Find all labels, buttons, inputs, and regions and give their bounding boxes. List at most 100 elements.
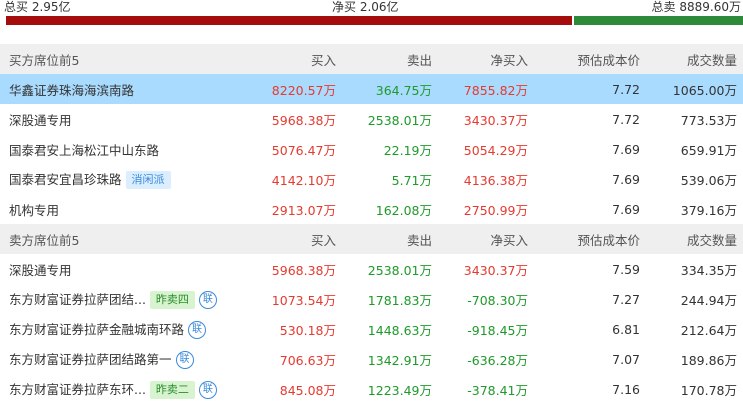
linked-seat-icon[interactable]: 联 bbox=[198, 291, 217, 310]
net-buy-amount: 2750.99万 bbox=[463, 202, 528, 218]
seat-name[interactable]: 华鑫证券珠海海滨南路 bbox=[9, 83, 134, 98]
linked-seat-icon[interactable]: 联 bbox=[175, 351, 194, 370]
seat-name-cell[interactable]: 东方财富证券拉萨金融城南环路联 bbox=[0, 314, 230, 344]
column-header-net: 净买入 bbox=[432, 224, 528, 254]
table-row[interactable]: 东方财富证券拉萨团结... 昨卖四联 1073.54万 1781.83万 -708.30… bbox=[0, 284, 743, 314]
sell-section-header: 卖方席位前5 买入 卖出 净买入 预估成本价 成交数量 bbox=[0, 224, 743, 254]
column-header-cost: 预估成本价 bbox=[528, 224, 640, 254]
buy-amount: 5968.38万 bbox=[271, 262, 336, 278]
trade-volume: 379.16万 bbox=[680, 202, 737, 218]
seat-name[interactable]: 东方财富证券拉萨团结路第一 bbox=[9, 352, 172, 367]
estimated-cost: 7.72 bbox=[612, 111, 640, 127]
table-row[interactable]: 国泰君安上海松江中山东路 5076.47万 22.19万 5054.29万 7.69 65… bbox=[0, 134, 743, 164]
seat-name[interactable]: 深股通专用 bbox=[9, 113, 72, 128]
buy-ratio-fill bbox=[6, 16, 573, 25]
net-buy-amount: -918.45万 bbox=[467, 322, 528, 338]
seat-tag-badge[interactable]: 昨卖四 bbox=[149, 291, 195, 310]
buy-amount: 8220.57万 bbox=[230, 74, 336, 104]
trade-volume: 773.53万 bbox=[680, 112, 737, 128]
estimated-cost: 7.72 bbox=[528, 74, 640, 104]
seat-tag-badge[interactable]: 昨卖二 bbox=[149, 381, 195, 400]
buy-amount: 4142.10万 bbox=[271, 172, 336, 188]
seat-name-cell[interactable]: 机构专用 bbox=[0, 194, 230, 224]
buy-sell-ratio-bar bbox=[6, 16, 743, 25]
estimated-cost: 7.69 bbox=[612, 141, 640, 157]
trade-volume: 244.94万 bbox=[680, 292, 737, 308]
net-buy-amount: -636.28万 bbox=[467, 352, 528, 368]
net-buy-amount: 5054.29万 bbox=[463, 142, 528, 158]
seats-table: 买方席位前5 买入 卖出 净买入 预估成本价 成交数量 华鑫证券珠海海滨南路 8220.57万… bbox=[0, 44, 743, 404]
column-header-volume: 成交数量 bbox=[640, 224, 743, 254]
seat-name[interactable]: 东方财富证券拉萨金融城南环路 bbox=[9, 322, 184, 337]
seat-name-cell[interactable]: 国泰君安上海松江中山东路 bbox=[0, 134, 230, 164]
summary-bar: 总买 2.95亿 净买 2.06亿 总卖 8889.60万 bbox=[0, 0, 743, 16]
seat-name[interactable]: 国泰君安宜昌珍珠路 bbox=[9, 172, 122, 187]
trade-volume: 334.35万 bbox=[680, 262, 737, 278]
seat-name-cell[interactable]: 深股通专用 bbox=[0, 104, 230, 134]
sell-amount: 1448.63万 bbox=[367, 322, 432, 338]
sell-amount: 2538.01万 bbox=[367, 112, 432, 128]
buy-amount: 706.63万 bbox=[279, 352, 336, 368]
seat-name[interactable]: 机构专用 bbox=[9, 203, 59, 218]
trade-volume: 1065.00万 bbox=[640, 74, 743, 104]
table-row[interactable]: 华鑫证券珠海海滨南路 8220.57万 364.75万 7855.82万 7.72 106… bbox=[0, 74, 743, 104]
net-buy-amount: -378.41万 bbox=[467, 382, 528, 398]
seat-tag-badge[interactable]: 消闲派 bbox=[125, 171, 171, 190]
total-sell-label: 总卖 8889.60万 bbox=[651, 0, 741, 14]
net-buy-amount: 7855.82万 bbox=[432, 74, 528, 104]
trade-volume: 189.86万 bbox=[680, 352, 737, 368]
linked-seat-icon[interactable]: 联 bbox=[198, 381, 217, 400]
column-header-buy: 买入 bbox=[230, 224, 336, 254]
seat-name-cell[interactable]: 华鑫证券珠海海滨南路 bbox=[0, 74, 230, 104]
linked-seat-icon[interactable]: 联 bbox=[188, 321, 207, 340]
section-title: 卖方席位前5 bbox=[0, 224, 230, 254]
net-buy-amount: 3430.37万 bbox=[463, 262, 528, 278]
trade-volume: 659.91万 bbox=[680, 142, 737, 158]
column-header-buy: 买入 bbox=[230, 44, 336, 74]
sell-amount: 162.08万 bbox=[375, 202, 432, 218]
seat-name[interactable]: 深股通专用 bbox=[9, 263, 72, 278]
sell-ratio-fill bbox=[574, 16, 743, 25]
seat-name-cell[interactable]: 深股通专用 bbox=[0, 254, 230, 284]
sell-amount: 2538.01万 bbox=[367, 262, 432, 278]
buy-amount: 845.08万 bbox=[279, 382, 336, 398]
seat-name-cell[interactable]: 东方财富证券拉萨东环... 昨卖二联 bbox=[0, 374, 230, 404]
estimated-cost: 7.07 bbox=[612, 351, 640, 367]
column-header-net: 净买入 bbox=[432, 44, 528, 74]
table-row[interactable]: 东方财富证券拉萨团结路第一联 706.63万 1342.91万 -636.28万 7.0… bbox=[0, 344, 743, 374]
table-row[interactable]: 国泰君安宜昌珍珠路 消闲派 4142.10万 5.71万 4136.38万 7.69 539… bbox=[0, 164, 743, 194]
seat-name-cell[interactable]: 东方财富证券拉萨团结... 昨卖四联 bbox=[0, 284, 230, 314]
buy-amount: 530.18万 bbox=[279, 322, 336, 338]
table-row[interactable]: 机构专用 2913.07万 162.08万 2750.99万 7.69 379.16万 bbox=[0, 194, 743, 224]
net-buy-amount: -708.30万 bbox=[467, 292, 528, 308]
buy-section-header: 买方席位前5 买入 卖出 净买入 预估成本价 成交数量 bbox=[0, 44, 743, 74]
seat-name[interactable]: 东方财富证券拉萨团结... bbox=[9, 292, 146, 307]
column-header-sell: 卖出 bbox=[336, 224, 432, 254]
table-row[interactable]: 东方财富证券拉萨东环... 昨卖二联 845.08万 1223.49万 -378.41万… bbox=[0, 374, 743, 404]
table-row[interactable]: 深股通专用 5968.38万 2538.01万 3430.37万 7.72 773.53万 bbox=[0, 104, 743, 134]
total-buy-label: 总买 2.95亿 bbox=[4, 0, 71, 14]
table-row[interactable]: 东方财富证券拉萨金融城南环路联 530.18万 1448.63万 -918.45万 6.… bbox=[0, 314, 743, 344]
net-buy-amount: 4136.38万 bbox=[463, 172, 528, 188]
sell-amount: 1781.83万 bbox=[367, 292, 432, 308]
estimated-cost: 7.27 bbox=[612, 291, 640, 307]
column-header-sell: 卖出 bbox=[336, 44, 432, 74]
seat-name-cell[interactable]: 东方财富证券拉萨团结路第一联 bbox=[0, 344, 230, 374]
buy-amount: 5968.38万 bbox=[271, 112, 336, 128]
estimated-cost: 7.69 bbox=[612, 171, 640, 187]
sell-amount: 5.71万 bbox=[391, 172, 432, 188]
sell-amount: 1223.49万 bbox=[367, 382, 432, 398]
seat-name[interactable]: 东方财富证券拉萨东环... bbox=[9, 382, 146, 397]
seat-name[interactable]: 国泰君安上海松江中山东路 bbox=[9, 143, 159, 158]
net-buy-amount: 3430.37万 bbox=[463, 112, 528, 128]
trade-volume: 539.06万 bbox=[680, 172, 737, 188]
buy-amount: 2913.07万 bbox=[271, 202, 336, 218]
sell-amount: 22.19万 bbox=[383, 142, 432, 158]
seat-name-cell[interactable]: 国泰君安宜昌珍珠路 消闲派 bbox=[0, 164, 230, 194]
table-row[interactable]: 深股通专用 5968.38万 2538.01万 3430.37万 7.59 334.35万 bbox=[0, 254, 743, 284]
trade-volume: 170.78万 bbox=[680, 382, 737, 398]
estimated-cost: 7.59 bbox=[612, 261, 640, 277]
buy-amount: 5076.47万 bbox=[271, 142, 336, 158]
trade-volume: 212.64万 bbox=[680, 322, 737, 338]
section-title: 买方席位前5 bbox=[0, 44, 230, 74]
